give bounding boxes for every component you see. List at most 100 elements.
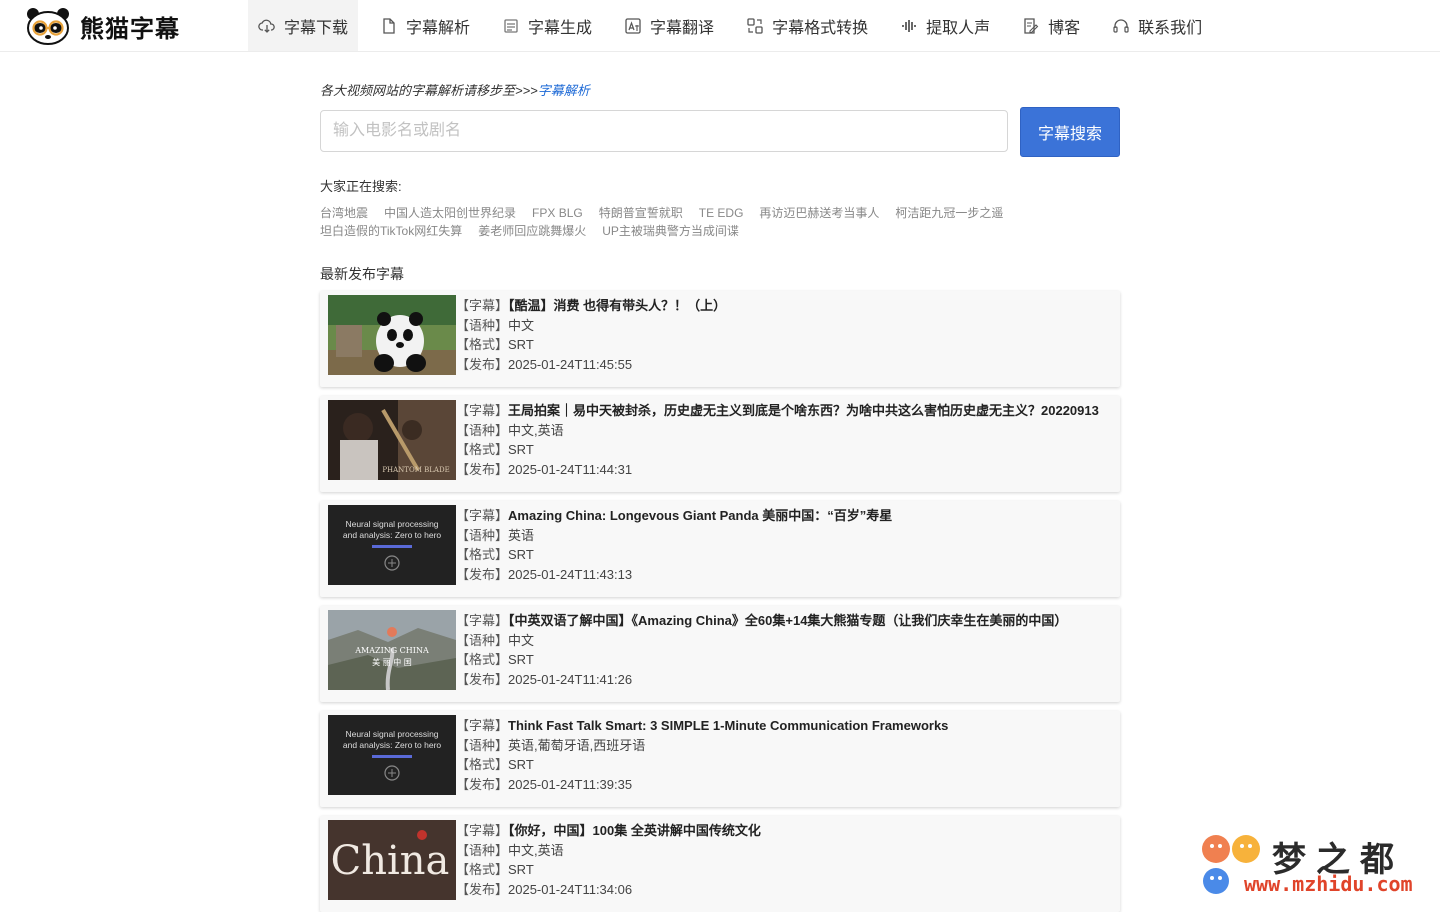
subtitle-published: 2025-01-24T11:45:55 <box>508 357 633 373</box>
nav-label: 字幕格式转换 <box>772 19 869 37</box>
published-key: 【发布】 <box>456 672 509 688</box>
subtitle-language: 中文,英语 <box>508 842 564 858</box>
nav-item-format-convert[interactable]: 字幕格式转换 <box>736 0 878 51</box>
video-thumbnail: Neural signal processing and analysis: Z… <box>328 715 456 795</box>
nav-label: 博客 <box>1048 19 1081 37</box>
subtitle-language: 英语 <box>508 527 535 543</box>
trending-row: 坦白造假的TikTok网红失算 姜老师回应跳舞爆火 UP主被瑞典警方当成间谍 <box>320 222 755 239</box>
trending-link[interactable]: FPX BLG <box>532 206 583 220</box>
published-key: 【发布】 <box>456 777 509 793</box>
subtitle-card[interactable]: Neural signal processing and analysis: Z… <box>320 711 1120 807</box>
nav-label: 字幕解析 <box>406 19 471 37</box>
subtitle-card[interactable]: China 【字幕】【你好，中国】100集 全英讲解中国传统文化 【语种】中文,… <box>320 816 1120 912</box>
card-meta: 【字幕】王局拍案｜易中天被封杀，历史虚无主义到底是个啥东西？为啥中共这么害怕历史… <box>456 401 1099 480</box>
subtitle-language: 中文 <box>508 632 535 648</box>
card-thumbnail[interactable]: Neural signal processing and analysis: Z… <box>328 505 456 585</box>
nav-label: 联系我们 <box>1138 19 1203 37</box>
subtitle-published: 2025-01-24T11:44:31 <box>508 462 633 478</box>
subtitle-format: SRT <box>508 442 534 458</box>
subtitle-format: SRT <box>508 547 534 563</box>
panda-logo-icon <box>27 8 69 45</box>
trending-label: 大家正在搜索: <box>320 179 402 194</box>
thumbnail-text: AMAZING CHINA <box>354 646 429 655</box>
format-key: 【格式】 <box>456 442 509 458</box>
trending-link[interactable]: 台湾地震 <box>320 206 368 220</box>
nav-item-blog[interactable]: 博客 <box>1012 0 1090 51</box>
language-key: 【语种】 <box>456 842 509 858</box>
subtitle-format: SRT <box>508 652 534 668</box>
card-thumbnail[interactable]: PHANTOM BLADE <box>328 400 456 480</box>
nav-item-subtitle-download[interactable]: 字幕下载 <box>248 0 359 51</box>
subtitle-format: SRT <box>508 862 534 878</box>
card-meta: 【字幕】【酷温】消费 也得有带头人？！（上） 【语种】中文 【格式】SRT 【发… <box>456 296 726 375</box>
format-key: 【格式】 <box>456 862 509 878</box>
trending-link[interactable]: UP主被瑞典警方当成间谍 <box>602 224 739 238</box>
headset-icon <box>1113 18 1129 33</box>
card-meta: 【字幕】【中英双语了解中国】《Amazing China》全60集+14集大熊猫… <box>456 611 1067 690</box>
latest-title: 最新发布字幕 <box>320 266 404 282</box>
parse-link[interactable]: 字幕解析 <box>538 83 590 98</box>
nav-label: 字幕生成 <box>528 19 593 37</box>
trending-link[interactable]: 再访迈巴赫送考当事人 <box>759 206 879 220</box>
subtitle-title[interactable]: Amazing China: Longevous Giant Panda 美丽中… <box>508 508 892 523</box>
waveform-icon <box>902 19 916 32</box>
language-key: 【语种】 <box>456 527 509 543</box>
subtitle-title[interactable]: 【你好，中国】100集 全英讲解中国传统文化 <box>508 823 761 838</box>
subtitle-published: 2025-01-24T11:43:13 <box>508 567 633 583</box>
subtitle-title[interactable]: Think Fast Talk Smart: 3 SIMPLE 1-Minute… <box>508 718 948 733</box>
published-key: 【发布】 <box>456 462 509 478</box>
nav-label: 提取人声 <box>926 19 991 37</box>
card-thumbnail[interactable] <box>328 295 456 375</box>
subtitle-key: 【字幕】 <box>456 718 509 733</box>
trending-link[interactable]: TE EDG <box>699 206 744 220</box>
edit-icon <box>1024 17 1039 34</box>
trending-link[interactable]: 姜老师回应跳舞爆火 <box>478 224 586 238</box>
subtitle-title[interactable]: 【中英双语了解中国】《Amazing China》全60集+14集大熊猫专题（让… <box>508 613 1067 628</box>
trending-link[interactable]: 柯洁距九冠一步之遥 <box>895 206 1003 220</box>
nav-label: 字幕下载 <box>284 19 349 37</box>
card-thumbnail[interactable]: China <box>328 820 456 900</box>
trending-link[interactable]: 坦白造假的TikTok网红失算 <box>320 224 462 238</box>
subtitle-card[interactable]: Neural signal processing and analysis: Z… <box>320 501 1120 597</box>
nav-item-subtitle-translate[interactable]: 字幕翻译 <box>614 0 724 51</box>
trending-link[interactable]: 特朗普宣誓就职 <box>599 206 683 220</box>
language-key: 【语种】 <box>456 422 509 438</box>
format-key: 【格式】 <box>456 547 509 563</box>
top-nav: 熊猫字幕 字幕下载 字幕解析 字幕生成 字幕翻译 字幕格式转换 提取人声 博客 … <box>0 0 1440 52</box>
subtitle-format: SRT <box>508 337 534 353</box>
subtitle-card[interactable]: AMAZING CHINA 美 丽 中 国 【字幕】【中英双语了解中国】《Ama… <box>320 606 1120 702</box>
thumbnail-text: Neural signal processing <box>345 519 438 529</box>
video-thumbnail: China <box>328 820 456 900</box>
convert-icon <box>747 17 763 34</box>
card-thumbnail[interactable]: Neural signal processing and analysis: Z… <box>328 715 456 795</box>
cloud-download-icon <box>258 19 275 33</box>
subtitle-key: 【字幕】 <box>456 403 509 418</box>
language-key: 【语种】 <box>456 317 509 333</box>
logo[interactable]: 熊猫字幕 <box>24 6 180 46</box>
subtitle-language: 中文,英语 <box>508 422 564 438</box>
thumbnail-text: PHANTOM BLADE <box>382 466 449 474</box>
nav-item-subtitle-generate[interactable]: 字幕生成 <box>492 0 602 51</box>
subtitle-card[interactable]: 【字幕】【酷温】消费 也得有带头人？！（上） 【语种】中文 【格式】SRT 【发… <box>320 291 1120 387</box>
trending-link[interactable]: 中国人造太阳创世界纪录 <box>384 206 516 220</box>
video-thumbnail: AMAZING CHINA 美 丽 中 国 <box>328 610 456 690</box>
watermark: 梦之都 www.mzhidu.com <box>1200 832 1436 898</box>
thumbnail-text: China <box>331 838 450 884</box>
search-input[interactable] <box>320 110 1008 152</box>
card-thumbnail[interactable]: AMAZING CHINA 美 丽 中 国 <box>328 610 456 690</box>
thumbnail-text: Neural signal processing <box>345 729 438 739</box>
subtitle-language: 英语,葡萄牙语,西班牙语 <box>508 737 646 753</box>
nav-item-extract-vocals[interactable]: 提取人声 <box>890 0 1000 51</box>
nav-item-contact[interactable]: 联系我们 <box>1102 0 1212 51</box>
subtitle-card[interactable]: PHANTOM BLADE 【字幕】王局拍案｜易中天被封杀，历史虚无主义到底是个… <box>320 396 1120 492</box>
card-meta: 【字幕】Amazing China: Longevous Giant Panda… <box>456 506 892 585</box>
subtitle-published: 2025-01-24T11:41:26 <box>508 672 633 688</box>
subtitle-title[interactable]: 王局拍案｜易中天被封杀，历史虚无主义到底是个啥东西？为啥中共这么害怕历史虚无主义… <box>508 403 1099 418</box>
file-icon <box>383 17 395 34</box>
parse-hint: 各大视频网站的字幕解析请移步至>>>字幕解析 <box>320 80 590 99</box>
watermark-url: www.mzhidu.com <box>1244 872 1413 896</box>
subtitle-published: 2025-01-24T11:39:35 <box>508 777 633 793</box>
subtitle-title[interactable]: 【酷温】消费 也得有带头人？！（上） <box>508 298 726 313</box>
nav-item-subtitle-parse[interactable]: 字幕解析 <box>370 0 480 51</box>
search-button[interactable]: 字幕搜索 <box>1020 107 1120 157</box>
